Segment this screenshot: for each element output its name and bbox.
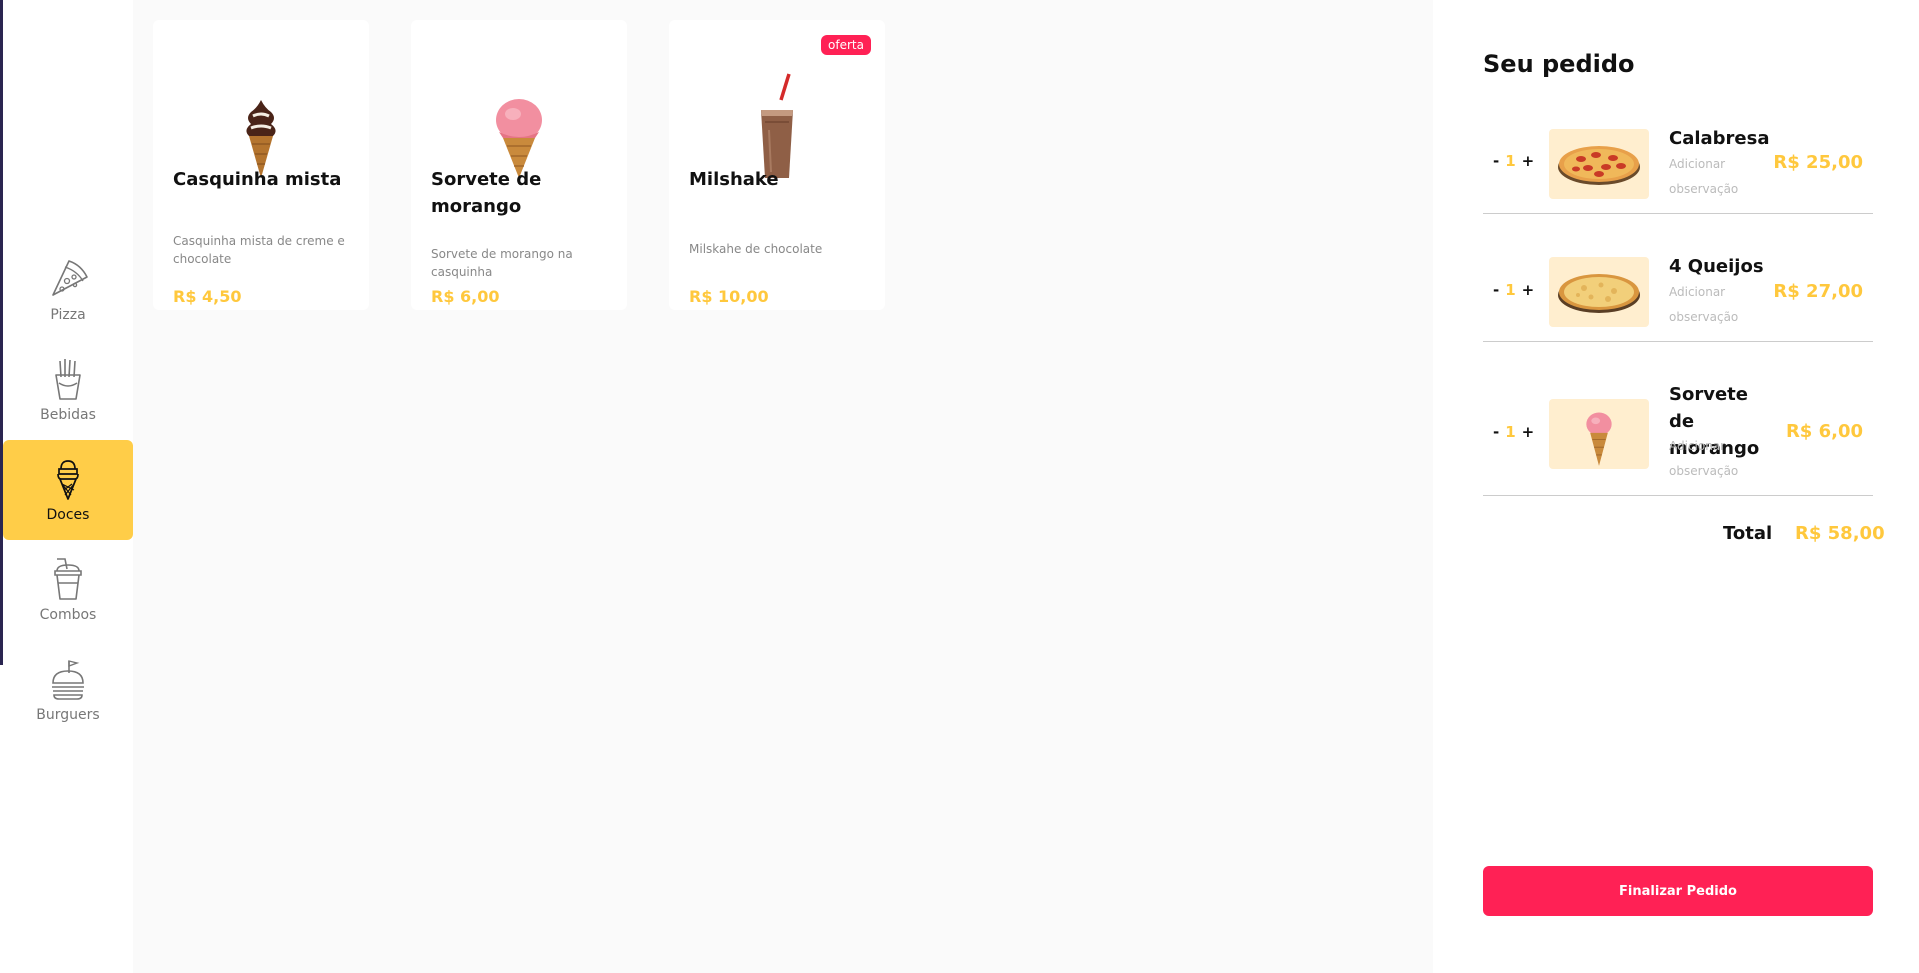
quantity-value: 1 — [1505, 152, 1516, 170]
increase-button[interactable]: + — [1522, 152, 1535, 170]
sidebar-item-label: Bebidas — [40, 407, 96, 423]
sidebar-item-doces[interactable]: Doces — [3, 440, 133, 540]
total-value: R$ 58,00 — [1795, 523, 1885, 544]
order-title: Seu pedido — [1483, 50, 1635, 78]
order-item: -1 + 4 Queijos Adicionar observação R$ 27… — [1483, 214, 1873, 342]
order-item-name: Calabresa — [1669, 128, 1770, 149]
finalize-order-button[interactable]: Finalizar Pedido — [1483, 866, 1873, 916]
observation-input[interactable]: Adicionar observação — [1669, 434, 1769, 484]
quantity-stepper: -1 + — [1493, 423, 1534, 441]
order-item: -1 + Sorvete de morango Adicionar observa… — [1483, 342, 1873, 496]
ice-cream-icon — [57, 460, 79, 500]
product-description: Sorvete de morango na casquinha — [431, 247, 573, 279]
order-panel: Seu pedido -1 + Calabresa Adicionar obse… — [1433, 0, 1919, 973]
product-description: Casquinha mista de creme e chocolate — [173, 234, 345, 266]
quantity-stepper: -1 + — [1493, 152, 1534, 170]
offer-badge: oferta — [821, 35, 871, 55]
total-label: Total — [1723, 523, 1773, 544]
sidebar-item-label: Doces — [46, 507, 90, 523]
quantity-value: 1 — [1505, 281, 1516, 299]
strawberry-cone-image — [411, 60, 627, 180]
cup-icon — [54, 558, 82, 600]
observation-input[interactable]: Adicionar observação — [1669, 152, 1769, 202]
increase-button[interactable]: + — [1522, 281, 1535, 299]
sidebar-item-combos[interactable]: Combos — [3, 540, 133, 640]
pepperoni-pizza-thumbnail — [1549, 129, 1649, 199]
sidebar-item-label: Burguers — [36, 707, 100, 723]
order-item-price: R$ 27,00 — [1773, 281, 1863, 302]
product-name: Casquinha mista — [173, 169, 342, 190]
quantity-stepper: -1 + — [1493, 281, 1534, 299]
order-item-price: R$ 25,00 — [1773, 152, 1863, 173]
order-item-name: 4 Queijos — [1669, 256, 1764, 277]
decrease-button[interactable]: - — [1493, 423, 1499, 441]
decrease-button[interactable]: - — [1493, 152, 1499, 170]
product-name: Sorvete de morango — [431, 169, 542, 217]
quantity-value: 1 — [1505, 423, 1516, 441]
pizza-icon — [52, 260, 88, 296]
milkshake-image — [669, 60, 885, 180]
product-card[interactable]: Casquinha mista Casquinha mista de creme… — [153, 20, 369, 310]
strawberry-cone-thumbnail — [1549, 399, 1649, 469]
category-sidebar: Pizza Bebidas Doces Combos Burguers — [0, 0, 133, 973]
product-price: R$ 10,00 — [689, 287, 769, 306]
product-grid: Casquinha mista Casquinha mista de creme… — [133, 0, 1433, 973]
increase-button[interactable]: + — [1522, 423, 1535, 441]
burger-icon — [52, 660, 84, 700]
cheese-pizza-thumbnail — [1549, 257, 1649, 327]
product-price: R$ 6,00 — [431, 287, 500, 306]
product-description: Milskahe de chocolate — [689, 242, 823, 256]
observation-input[interactable]: Adicionar observação — [1669, 280, 1769, 330]
sidebar-item-bebidas[interactable]: Bebidas — [3, 340, 133, 440]
sidebar-item-pizza[interactable]: Pizza — [3, 240, 133, 340]
product-price: R$ 4,50 — [173, 287, 242, 306]
product-card[interactable]: Sorvete de morango Sorvete de morango na… — [411, 20, 627, 310]
sidebar-item-burguers[interactable]: Burguers — [3, 640, 133, 740]
product-card[interactable]: oferta Milshake Milskahe de chocolate R$… — [669, 20, 885, 310]
sidebar-item-label: Combos — [39, 607, 97, 623]
order-item: -1 + Calabresa Adicionar observação R$ 2… — [1483, 110, 1873, 214]
order-item-price: R$ 6,00 — [1785, 421, 1863, 442]
fries-icon — [55, 359, 81, 400]
product-name: Milshake — [689, 169, 779, 190]
app: Pizza Bebidas Doces Combos Burguers Casq… — [0, 0, 1919, 973]
mixed-cone-image — [153, 60, 369, 180]
decrease-button[interactable]: - — [1493, 281, 1499, 299]
sidebar-item-label: Pizza — [50, 307, 86, 323]
